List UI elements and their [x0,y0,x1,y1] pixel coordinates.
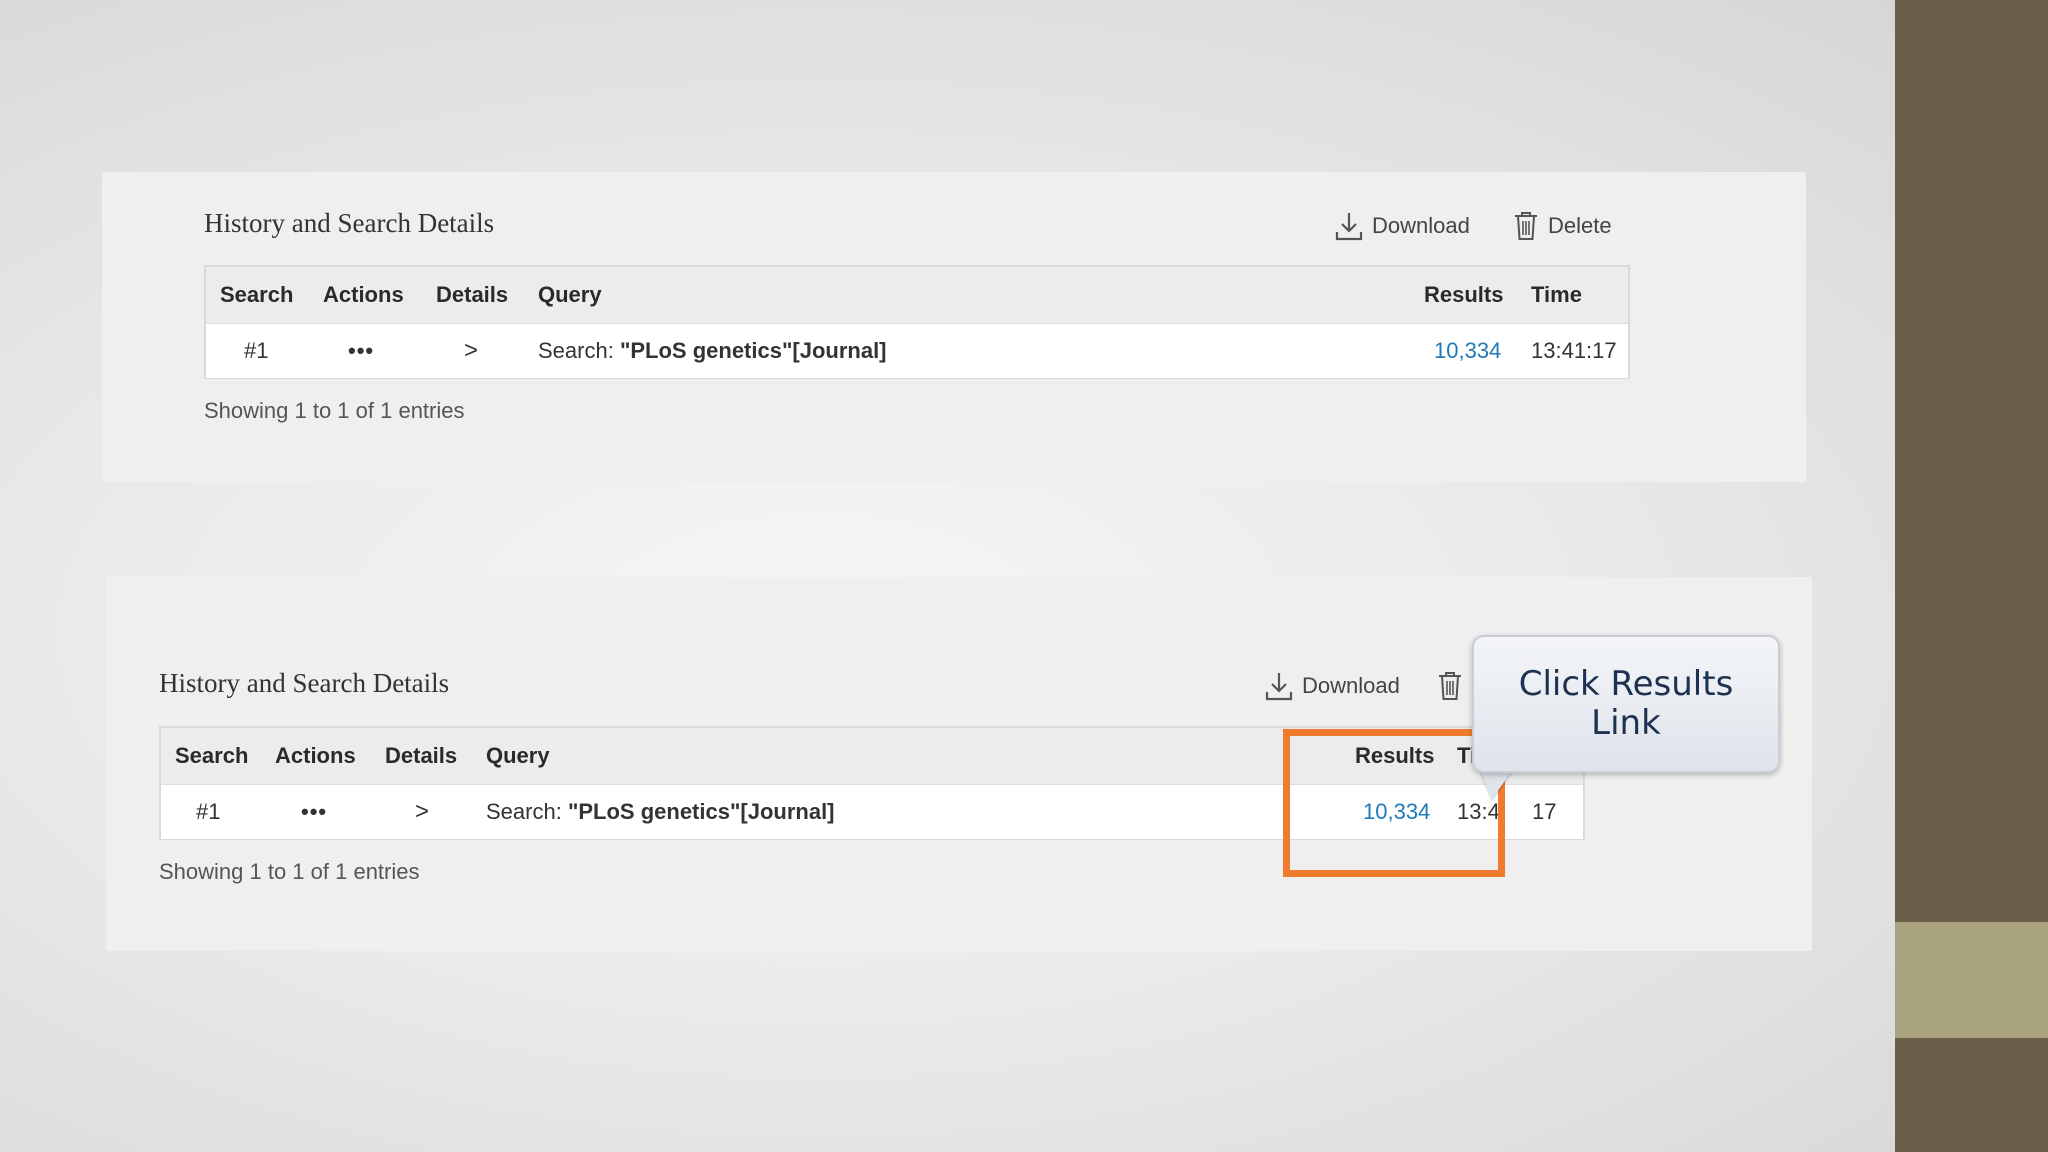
results-link[interactable]: 10,334 [1434,338,1501,364]
actions-menu-button[interactable]: ••• [301,799,327,825]
history-table: Search Actions Details Query Results Tim… [204,265,1630,379]
trash-icon [1512,210,1540,242]
col-time: Time [1531,282,1582,307]
table-row: #1 ••• > Search: "PLoS genetics"[Journal… [206,323,1628,378]
table-header: Search Actions Details Query Results Tim… [206,267,1628,323]
download-button[interactable]: Download [1264,670,1400,702]
callout-line-1: Click Results [1518,663,1734,704]
col-actions: Actions [275,743,356,768]
download-icon [1264,670,1294,702]
decorative-sidebar-accent [1895,922,2048,1038]
download-label: Download [1372,213,1470,238]
details-expand-button[interactable]: > [464,337,478,365]
download-button[interactable]: Download [1334,210,1470,242]
col-query: Query [538,282,602,307]
download-label: Download [1302,673,1400,698]
history-panel-top: History and Search Details Download Dele… [102,172,1806,482]
delete-button[interactable] [1436,670,1464,702]
col-details: Details [436,282,509,307]
col-search: Search [220,282,294,307]
search-number: #1 [244,338,269,363]
section-title: History and Search Details [204,208,495,238]
query-term: "PLoS genetics"[Journal] [619,338,887,363]
entries-count: Showing 1 to 1 of 1 entries [204,398,465,423]
col-details: Details [385,743,458,768]
callout-line-2: Link [1591,703,1661,743]
callout-text: Click Results Link [1518,663,1734,743]
actions-menu-button[interactable]: ••• [348,338,374,364]
section-title: History and Search Details [159,668,450,698]
col-results: Results [1424,282,1504,307]
callout-bubble: Click Results Link [1472,635,1780,773]
time-value: 13:41:17 [1531,338,1617,363]
details-expand-button[interactable]: > [415,798,429,826]
download-icon [1334,210,1364,242]
query-term: "PLoS genetics"[Journal] [567,799,835,824]
delete-button[interactable]: Delete [1512,210,1612,242]
query-prefix: Search: [486,799,568,824]
delete-label: Delete [1548,213,1612,238]
query-prefix: Search: [538,338,620,363]
query-text: Search: "PLoS genetics"[Journal] [486,799,835,825]
entries-count: Showing 1 to 1 of 1 entries [159,859,420,884]
col-search: Search [175,743,249,768]
col-query: Query [486,743,550,768]
time-value-right: 17 [1532,799,1557,824]
trash-icon [1436,670,1464,702]
search-number: #1 [196,799,221,824]
query-text: Search: "PLoS genetics"[Journal] [538,338,887,364]
col-actions: Actions [323,282,404,307]
